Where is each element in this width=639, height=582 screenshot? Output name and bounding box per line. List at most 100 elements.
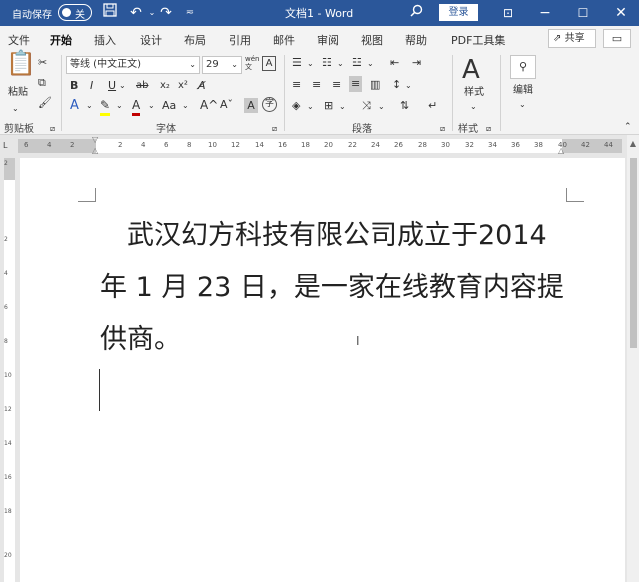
- strikethrough-icon[interactable]: ab: [136, 78, 148, 94]
- multilevel-dropdown-icon[interactable]: ⌄: [367, 56, 374, 72]
- comments-button[interactable]: ▭: [603, 29, 631, 48]
- character-shading-icon[interactable]: A: [244, 98, 258, 113]
- ruler-number: 8: [4, 338, 8, 345]
- document-page[interactable]: 武汉幻方科技有限公司成立于2014 年 1 月 23 日，是一家在线教育内容提供…: [20, 158, 625, 582]
- bullets-icon[interactable]: ☰: [292, 55, 302, 71]
- distributed-icon[interactable]: ▥: [370, 77, 380, 93]
- document-area: 武汉幻方科技有限公司成立于2014 年 1 月 23 日，是一家在线教育内容提供…: [18, 158, 627, 582]
- text-effects-dropdown-icon[interactable]: ⌄: [86, 98, 93, 114]
- hanging-indent-marker[interactable]: △: [92, 146, 98, 155]
- collapse-ribbon-icon[interactable]: ⌃: [624, 119, 632, 135]
- paste-label[interactable]: 粘贴: [8, 85, 28, 101]
- document-paragraph[interactable]: 武汉幻方科技有限公司成立于2014 年 1 月 23 日，是一家在线教育内容提供…: [100, 210, 570, 366]
- autosave-toggle[interactable]: 关: [58, 4, 92, 21]
- tab-mailings[interactable]: 邮件: [273, 32, 295, 48]
- ruler-number: 12: [231, 141, 240, 149]
- increase-indent-icon[interactable]: ⇥: [412, 55, 421, 71]
- highlight-icon[interactable]: ✎: [100, 97, 111, 116]
- tab-review[interactable]: 审阅: [317, 32, 339, 48]
- copy-icon[interactable]: ⧉: [38, 75, 46, 91]
- redo-icon[interactable]: ↷: [156, 3, 176, 23]
- tab-design[interactable]: 设计: [140, 32, 162, 48]
- font-color-dropdown-icon[interactable]: ⌄: [148, 98, 155, 114]
- format-painter-icon[interactable]: 🖌: [38, 95, 52, 111]
- tab-insert[interactable]: 插入: [94, 32, 116, 48]
- chinese-layout-icon[interactable]: ⤨: [362, 98, 371, 114]
- left-margin-area: [18, 139, 96, 153]
- font-size-select[interactable]: 29 ⌄: [202, 56, 242, 74]
- styles-dropdown-icon[interactable]: ⌄: [470, 99, 477, 115]
- text-effects-icon[interactable]: A: [70, 98, 79, 114]
- close-icon[interactable]: ✕: [603, 0, 639, 26]
- decrease-indent-icon[interactable]: ⇤: [390, 55, 399, 71]
- bold-icon[interactable]: B: [70, 78, 78, 94]
- line-spacing-dropdown-icon[interactable]: ⌄: [405, 78, 412, 94]
- numbering-icon[interactable]: ☷: [322, 55, 332, 71]
- underline-dropdown-icon[interactable]: ⌄: [119, 78, 126, 94]
- bullets-dropdown-icon[interactable]: ⌄: [307, 56, 314, 72]
- superscript-icon[interactable]: x²: [178, 78, 188, 94]
- sort-icon[interactable]: ⇅: [400, 98, 409, 114]
- ruler-number: 2: [4, 236, 8, 243]
- toggle-knob: [62, 8, 71, 17]
- tab-references[interactable]: 引用: [229, 32, 251, 48]
- tab-layout[interactable]: 布局: [184, 32, 206, 48]
- underline-icon[interactable]: U: [108, 78, 116, 94]
- shading-icon[interactable]: ◈: [292, 98, 300, 114]
- scrollbar-thumb[interactable]: [630, 158, 637, 348]
- line-spacing-icon[interactable]: ↕: [392, 77, 401, 93]
- shading-dropdown-icon[interactable]: ⌄: [307, 99, 314, 115]
- borders-icon[interactable]: ⊞: [324, 98, 333, 114]
- save-icon[interactable]: [100, 3, 120, 23]
- shrink-font-icon[interactable]: Aˇ: [220, 97, 233, 113]
- grow-font-icon[interactable]: A^: [200, 97, 218, 113]
- subscript-icon[interactable]: x₂: [160, 78, 170, 94]
- customize-icon[interactable]: ≂: [180, 3, 200, 23]
- change-case-dropdown-icon[interactable]: ⌄: [182, 98, 189, 114]
- align-left-icon[interactable]: ≡: [292, 77, 301, 93]
- numbering-dropdown-icon[interactable]: ⌄: [337, 56, 344, 72]
- ruler-number: 14: [4, 440, 12, 447]
- phonetic-guide-icon[interactable]: wén 文: [245, 55, 259, 71]
- first-line-indent-marker[interactable]: ▽: [92, 135, 98, 144]
- font-size-value: 29: [206, 59, 219, 70]
- tab-file[interactable]: 文件: [8, 32, 30, 48]
- tab-help[interactable]: 帮助: [405, 32, 427, 48]
- editing-search-icon[interactable]: ⚲: [510, 55, 536, 79]
- paste-dropdown-icon[interactable]: ⌄: [12, 101, 19, 117]
- enclose-characters-icon[interactable]: 字: [262, 97, 277, 112]
- share-button[interactable]: ⇗ 共享: [548, 29, 596, 48]
- crop-mark-top-right: [566, 188, 584, 202]
- styles-icon[interactable]: A: [462, 55, 480, 85]
- italic-icon[interactable]: I: [90, 78, 93, 94]
- font-name-select[interactable]: 等线 (中文正文) ⌄: [66, 56, 200, 74]
- font-color-icon[interactable]: A: [132, 97, 141, 116]
- search-icon[interactable]: [406, 3, 426, 23]
- editing-dropdown-icon[interactable]: ⌄: [519, 97, 526, 113]
- ruler-number: 2: [118, 141, 123, 149]
- chinese-layout-dropdown-icon[interactable]: ⌄: [378, 99, 385, 115]
- group-separator: [61, 55, 62, 131]
- justify-icon[interactable]: ≡: [349, 76, 363, 92]
- character-border-icon[interactable]: A: [262, 56, 276, 71]
- highlight-dropdown-icon[interactable]: ⌄: [116, 98, 123, 114]
- tab-pdf-tools[interactable]: PDF工具集: [451, 32, 505, 48]
- show-marks-icon[interactable]: ↵: [428, 98, 437, 114]
- paste-icon[interactable]: 📋: [6, 51, 36, 75]
- align-right-icon[interactable]: ≡: [332, 77, 341, 93]
- tab-selector-icon[interactable]: L: [3, 141, 7, 150]
- maximize-icon[interactable]: ☐: [565, 0, 601, 26]
- tab-home[interactable]: 开始: [50, 32, 72, 53]
- login-button[interactable]: 登录: [439, 4, 478, 21]
- ribbon-display-icon[interactable]: ⊡: [490, 0, 526, 26]
- scroll-up-icon[interactable]: ▲: [627, 139, 639, 148]
- tab-view[interactable]: 视图: [361, 32, 383, 48]
- multilevel-list-icon[interactable]: ☳: [352, 55, 362, 71]
- change-case-icon[interactable]: Aa: [162, 98, 176, 114]
- align-center-icon[interactable]: ≡: [312, 77, 321, 93]
- cut-icon[interactable]: ✂: [38, 55, 47, 71]
- vertical-scrollbar[interactable]: ▲: [627, 135, 639, 582]
- clear-formatting-icon[interactable]: A̸: [198, 78, 206, 94]
- borders-dropdown-icon[interactable]: ⌄: [339, 99, 346, 115]
- minimize-icon[interactable]: −: [527, 0, 563, 26]
